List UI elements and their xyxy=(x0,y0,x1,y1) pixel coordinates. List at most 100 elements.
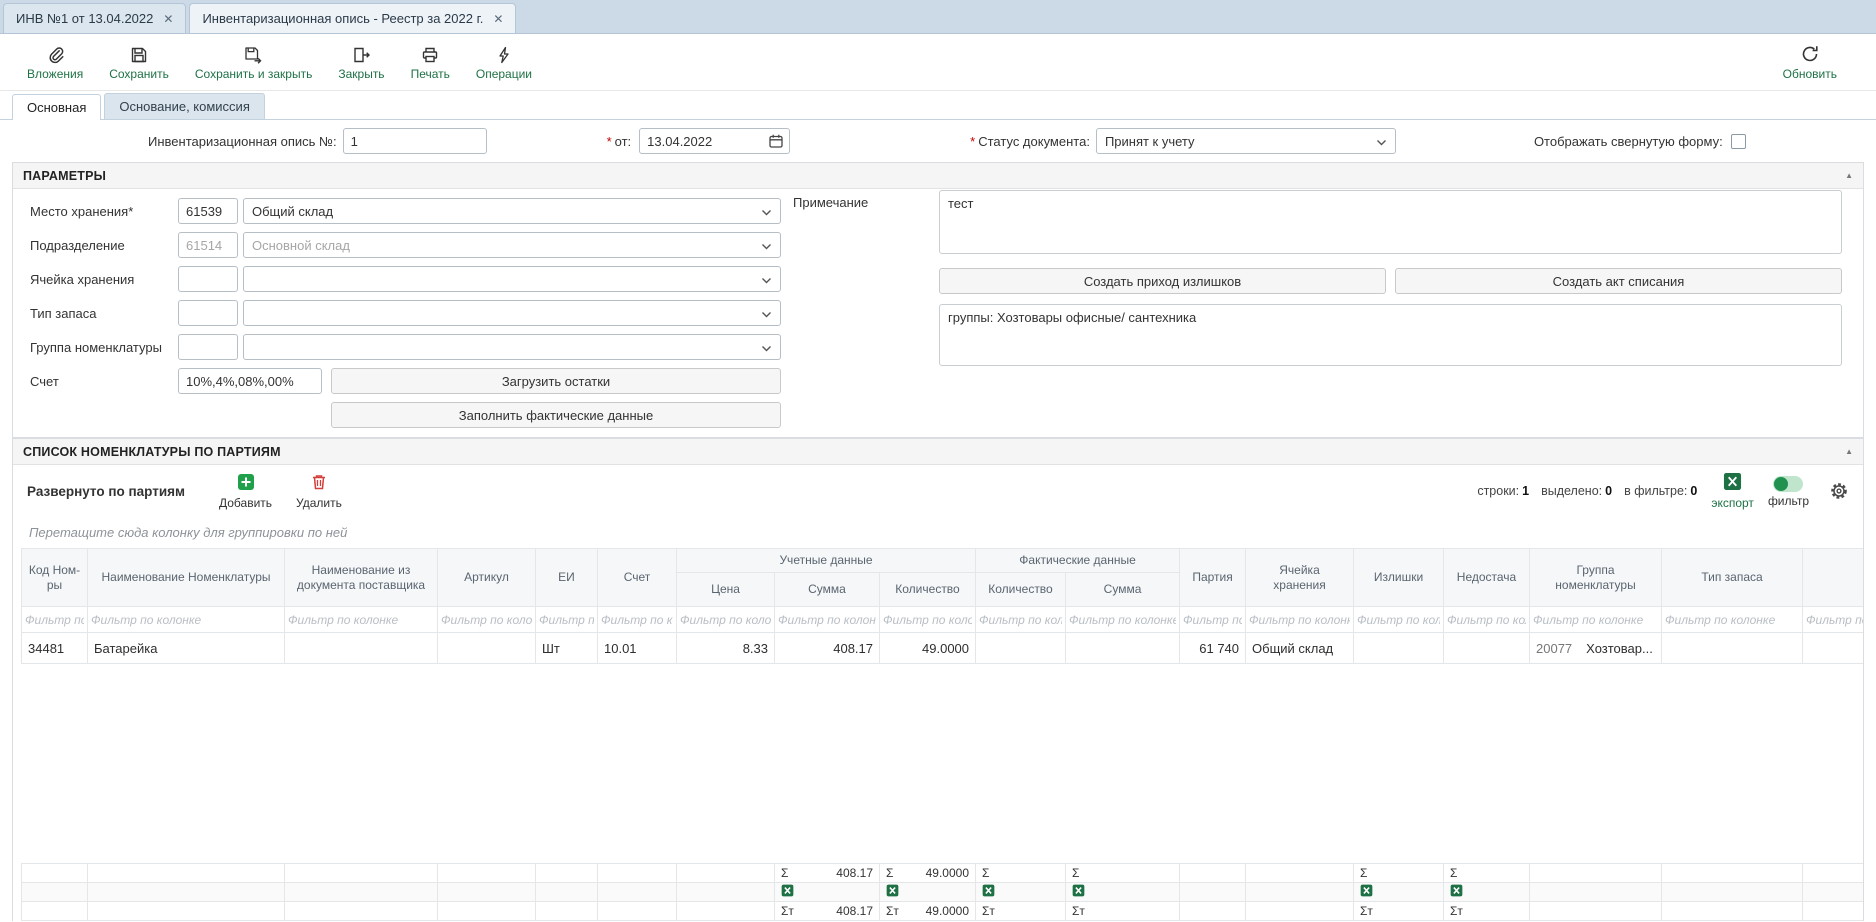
calendar-icon[interactable] xyxy=(768,133,784,152)
delete-row-button[interactable]: Удалить xyxy=(284,473,354,510)
column-header-unit[interactable]: ЕИ xyxy=(536,549,598,607)
storage-place-combo[interactable]: Общий склад xyxy=(243,198,781,224)
filter-price-input[interactable] xyxy=(680,610,771,630)
account-input[interactable] xyxy=(178,368,322,394)
save-and-close-button[interactable]: Сохранить и закрыть xyxy=(182,34,325,90)
filter-article-input[interactable] xyxy=(441,610,532,630)
group-by-drop-zone[interactable]: Перетащите сюда колонку для группировки … xyxy=(13,517,1863,548)
column-header-account[interactable]: Счет xyxy=(598,549,677,607)
collapsed-form-checkbox[interactable] xyxy=(1731,134,1746,149)
nomen-group-label: Группа номенклатуры xyxy=(30,340,178,355)
tab-basis-commission[interactable]: Основание, комиссия xyxy=(104,93,264,119)
export-excel-button[interactable]: экспорт xyxy=(1711,472,1754,510)
column-header-stock-type[interactable]: Тип запаса xyxy=(1662,549,1803,607)
excel-sum-icon[interactable] xyxy=(1360,884,1373,897)
column-header-name[interactable]: Наименование Номенклатуры xyxy=(88,549,285,607)
column-header-extra[interactable] xyxy=(1803,549,1863,607)
filter-storage-cell-input[interactable] xyxy=(1249,610,1350,630)
filter-nomen-group-input[interactable] xyxy=(1533,610,1658,630)
groups-textarea[interactable]: группы: Хозтовары офисные/ сантехника xyxy=(939,304,1842,366)
column-header-quantity[interactable]: Количество xyxy=(880,573,976,607)
save-button[interactable]: Сохранить xyxy=(96,34,182,90)
stock-type-combo[interactable] xyxy=(243,300,781,326)
params-panel-header[interactable]: ПАРАМЕТРЫ ▲ xyxy=(13,163,1863,189)
column-header-actual-amount[interactable]: Сумма xyxy=(1066,573,1180,607)
list-panel-header[interactable]: СПИСОК НОМЕНКЛАТУРЫ ПО ПАРТИЯМ ▲ xyxy=(13,439,1863,465)
filter-actual-quantity-input[interactable] xyxy=(979,610,1062,630)
close-icon[interactable]: ✕ xyxy=(163,13,173,25)
excel-sum-icon[interactable] xyxy=(781,884,794,897)
filter-account-input[interactable] xyxy=(601,610,673,630)
collapse-arrow-icon[interactable]: ▲ xyxy=(1845,447,1853,456)
cell-extra xyxy=(1803,633,1863,664)
gear-icon[interactable] xyxy=(1829,481,1849,501)
doc-status-select[interactable]: Принят к учету xyxy=(1096,128,1396,154)
excel-sum-icon[interactable] xyxy=(982,884,995,897)
filter-quantity-input[interactable] xyxy=(883,610,972,630)
column-header-amount[interactable]: Сумма xyxy=(775,573,880,607)
filter-surplus-input[interactable] xyxy=(1357,610,1440,630)
doc-number-input[interactable] xyxy=(343,128,487,154)
filter-extra-input[interactable] xyxy=(1806,610,1863,630)
window-tab-registry[interactable]: Инвентаризационная опись - Реестр за 202… xyxy=(189,3,516,33)
cell-amount: 408.17 xyxy=(775,633,880,664)
column-header-surplus[interactable]: Излишки xyxy=(1354,549,1444,607)
storage-place-code-input[interactable] xyxy=(178,198,238,224)
filter-code-input[interactable] xyxy=(25,610,84,630)
tab-main[interactable]: Основная xyxy=(12,94,101,120)
load-balances-button[interactable]: Загрузить остатки xyxy=(331,368,781,394)
collapse-arrow-icon[interactable]: ▲ xyxy=(1845,171,1853,180)
exit-door-icon xyxy=(352,44,371,64)
refresh-button[interactable]: Обновить xyxy=(1770,34,1850,90)
column-header-actual-quantity[interactable]: Количество xyxy=(976,573,1066,607)
filter-amount-input[interactable] xyxy=(778,610,876,630)
column-header-code[interactable]: Код Ном-ры xyxy=(22,549,88,607)
column-header-storage-cell[interactable]: Ячейка хранения xyxy=(1246,549,1354,607)
filter-name-input[interactable] xyxy=(91,610,281,630)
doc-number-label: Инвентаризационная опись №: xyxy=(148,134,337,149)
table-row[interactable]: 34481 Батарейка Шт 10.01 8.33 408.17 49.… xyxy=(22,633,1864,664)
filter-batch-input[interactable] xyxy=(1183,610,1242,630)
add-row-button[interactable]: Добавить xyxy=(207,473,284,510)
close-document-button[interactable]: Закрыть xyxy=(325,34,397,90)
column-header-nomen-group[interactable]: Группа номенклатуры xyxy=(1530,549,1662,607)
total-surplus: Σ xyxy=(1354,864,1444,883)
attachments-button[interactable]: Вложения xyxy=(14,34,96,90)
filter-stock-type-input[interactable] xyxy=(1665,610,1799,630)
filter-unit-input[interactable] xyxy=(539,610,594,630)
nomen-group-code-input[interactable] xyxy=(178,334,238,360)
filter-shortage-input[interactable] xyxy=(1447,610,1526,630)
excel-sum-icon[interactable] xyxy=(886,884,899,897)
window-tab-document[interactable]: ИНВ №1 от 13.04.2022 ✕ xyxy=(3,3,186,33)
storage-cell-combo[interactable] xyxy=(243,266,781,292)
column-header-shortage[interactable]: Недостача xyxy=(1444,549,1530,607)
save-label: Сохранить xyxy=(109,67,169,81)
storage-cell-code-input[interactable] xyxy=(178,266,238,292)
cell-quantity: 49.0000 xyxy=(880,633,976,664)
operations-button[interactable]: Операции xyxy=(463,34,545,90)
filter-label: фильтр xyxy=(1768,494,1809,508)
note-textarea[interactable]: тест xyxy=(939,190,1842,254)
total-shortage: Σ xyxy=(1444,864,1530,883)
window-tab-label: Инвентаризационная опись - Реестр за 202… xyxy=(202,11,483,26)
excel-icon xyxy=(1723,472,1742,494)
column-header-supplier-name[interactable]: Наименование из документа поставщика xyxy=(285,549,438,607)
excel-sum-icon[interactable] xyxy=(1072,884,1085,897)
column-header-price[interactable]: Цена xyxy=(677,573,775,607)
column-group-actual-data: Фактические данные xyxy=(976,549,1180,573)
close-icon[interactable]: ✕ xyxy=(493,13,503,25)
nomen-group-combo[interactable] xyxy=(243,334,781,360)
filter-supplier-name-input[interactable] xyxy=(288,610,434,630)
collapsed-form-label: Отображать свернутую форму: xyxy=(1534,134,1723,149)
total-quantity: Σ49.0000 xyxy=(880,864,976,883)
fill-actual-button[interactable]: Заполнить фактические данные xyxy=(331,402,781,428)
filter-toggle[interactable]: фильтр xyxy=(1768,474,1809,508)
filter-actual-amount-input[interactable] xyxy=(1069,610,1176,630)
create-writeoff-button[interactable]: Создать акт списания xyxy=(1395,268,1842,294)
print-button[interactable]: Печать xyxy=(398,34,463,90)
stock-type-code-input[interactable] xyxy=(178,300,238,326)
excel-sum-icon[interactable] xyxy=(1450,884,1463,897)
create-surplus-button[interactable]: Создать приход излишков xyxy=(939,268,1386,294)
column-header-batch[interactable]: Партия xyxy=(1180,549,1246,607)
column-header-article[interactable]: Артикул xyxy=(438,549,536,607)
